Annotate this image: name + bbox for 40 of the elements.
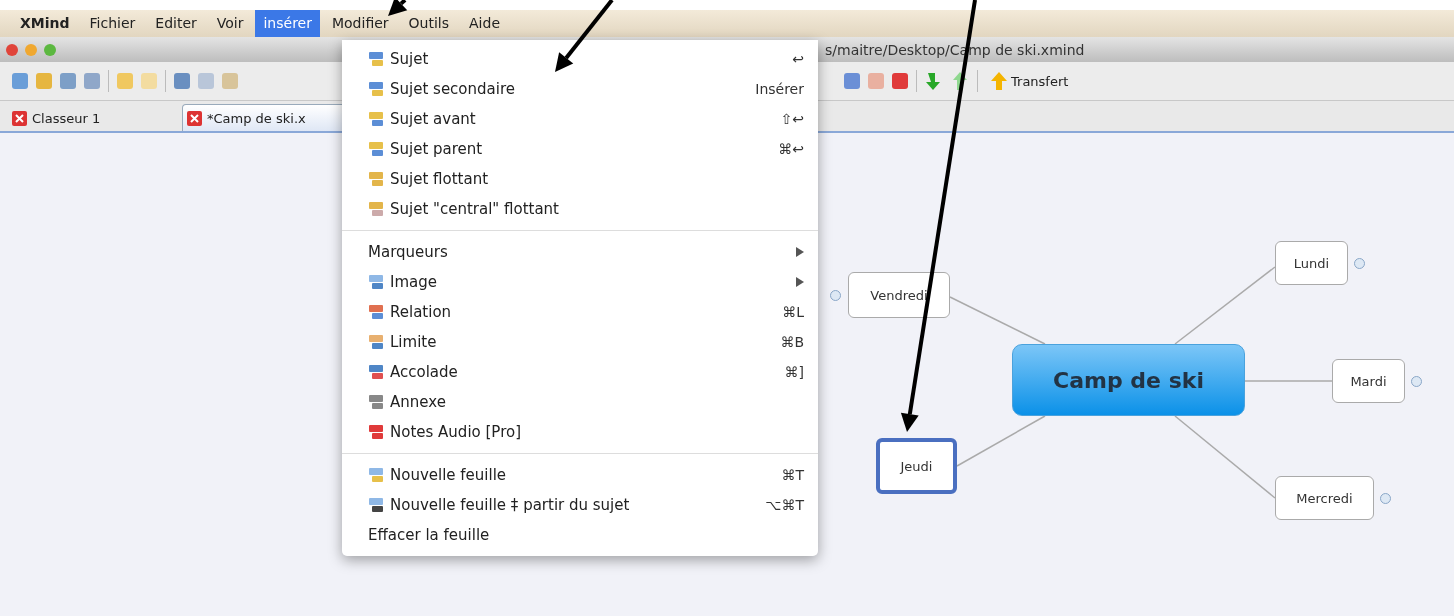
- shortcut-label: ⇧↩: [780, 111, 804, 127]
- central-topic[interactable]: Camp de ski: [1012, 344, 1245, 416]
- shortcut-label: ⌘]: [784, 364, 804, 380]
- menu-title[interactable]: Fichier: [81, 10, 144, 37]
- topic-node[interactable]: Jeudi: [876, 438, 957, 494]
- menu-item[interactable]: Nouvelle feuille ⌘T: [342, 460, 818, 490]
- menu-title[interactable]: Outils: [400, 10, 458, 37]
- transfer-button[interactable]: Transfert: [986, 71, 1073, 91]
- shortcut-label: ⌘L: [782, 304, 804, 320]
- menu-title[interactable]: insérer: [255, 10, 320, 37]
- topic-node[interactable]: Mardi: [1332, 359, 1405, 403]
- menu-title[interactable]: XMind: [12, 10, 78, 37]
- shortcut-label: ⌘↩: [778, 141, 804, 157]
- menu-title[interactable]: Voir: [208, 10, 252, 37]
- shortcut-label: ⌘B: [780, 334, 804, 350]
- menu-item[interactable]: Relation ⌘L: [342, 297, 818, 327]
- shortcut-label: ⌘T: [781, 467, 804, 483]
- menu-item[interactable]: Sujet secondaire Insérer: [342, 74, 818, 104]
- menu-item[interactable]: Nouvelle feuille ‡ partir du sujet ⌥⌘T: [342, 490, 818, 520]
- menu-item[interactable]: Notes Audio [Pro]: [342, 417, 818, 447]
- menu-item[interactable]: Accolade ⌘]: [342, 357, 818, 387]
- menu-item[interactable]: Image: [342, 267, 818, 297]
- menu-item[interactable]: Sujet parent ⌘↩: [342, 134, 818, 164]
- topic-node[interactable]: Mercredi: [1275, 476, 1374, 520]
- shortcut-label: ↩: [792, 51, 804, 67]
- menu-title[interactable]: Aide: [461, 10, 508, 37]
- menu-item[interactable]: Limite ⌘B: [342, 327, 818, 357]
- shortcut-label: ⌥⌘T: [765, 497, 804, 513]
- menu-item[interactable]: Marqueurs: [342, 237, 818, 267]
- menu-item[interactable]: Annexe: [342, 387, 818, 417]
- menu-item[interactable]: Sujet ↩: [342, 44, 818, 74]
- topic-node[interactable]: Vendredi: [848, 272, 950, 318]
- menu-item[interactable]: Sujet "central" flottant: [342, 194, 818, 224]
- shortcut-label: Insérer: [755, 81, 804, 97]
- topic-node[interactable]: Lundi: [1275, 241, 1348, 285]
- editor-tab[interactable]: Classeur 1: [8, 105, 172, 131]
- menu-title[interactable]: Editer: [147, 10, 205, 37]
- menu-item[interactable]: Sujet flottant: [342, 164, 818, 194]
- menu-title[interactable]: Modifier: [323, 10, 397, 37]
- menu-item[interactable]: Effacer la feuille: [342, 520, 818, 550]
